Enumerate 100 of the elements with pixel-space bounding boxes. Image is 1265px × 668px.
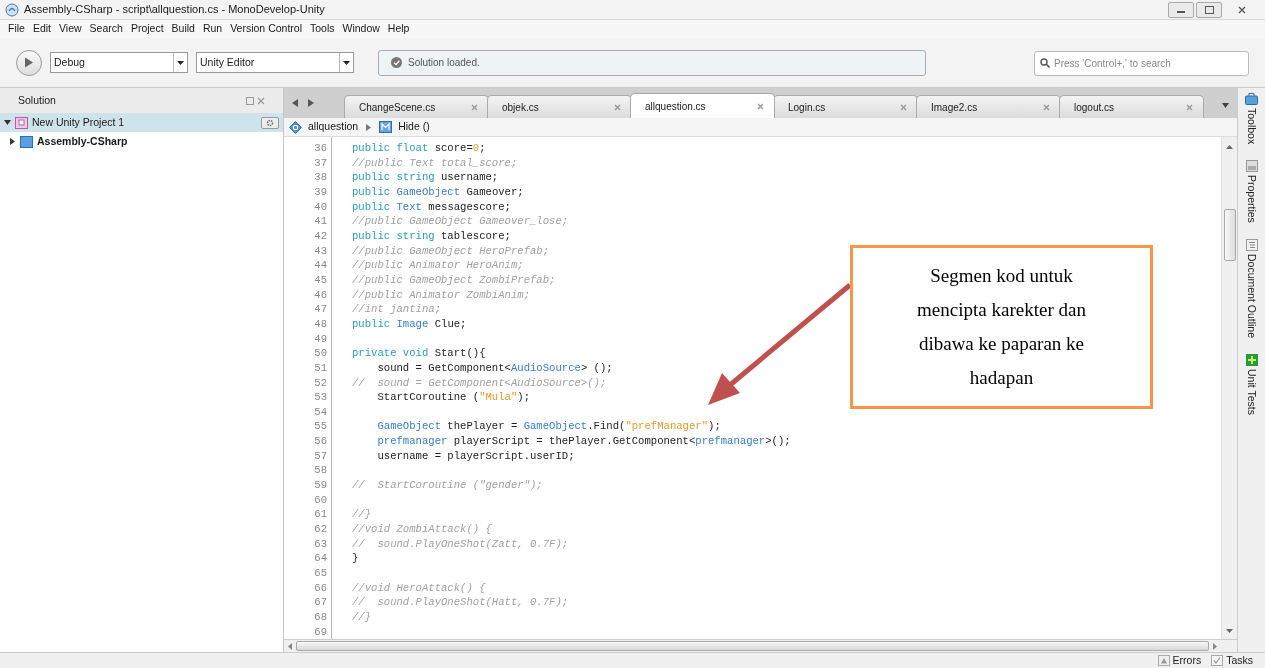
- line-number: 52: [314, 375, 327, 391]
- line-number: 44: [314, 258, 327, 273]
- editor-tab[interactable]: logout.cs: [1059, 95, 1204, 118]
- line-number: 53: [314, 390, 327, 405]
- line-number: 64: [314, 551, 327, 567]
- code-line: public GameObject Gameover;: [352, 184, 524, 200]
- tree-item[interactable]: New Unity Project 1: [0, 113, 283, 132]
- expander-icon[interactable]: [4, 119, 11, 126]
- code-line: //public Animator HeroAnim;: [352, 258, 524, 273]
- configuration-dropdown[interactable]: Debug: [50, 52, 188, 73]
- code-line: //}: [352, 610, 372, 625]
- callout-text: Segmen kod untuk mencipta karekter dan dibawa ke paparan ke hadapan: [916, 264, 1087, 390]
- dock-tab[interactable]: Document Outline: [1243, 239, 1260, 345]
- code-line: sound = GetComponent<AudioSource> ();: [376, 360, 613, 376]
- line-number: 36: [314, 141, 327, 156]
- tasks-button[interactable]: Tasks: [1226, 652, 1253, 668]
- line-number: 56: [314, 434, 327, 449]
- menu-item[interactable]: Run: [198, 21, 227, 37]
- line-number: 59: [314, 478, 327, 493]
- dock-tab[interactable]: Toolbox: [1243, 92, 1260, 151]
- close-icon[interactable]: [1186, 103, 1193, 111]
- menu-item[interactable]: Build: [167, 21, 199, 37]
- search-field[interactable]: Press 'Control+,' to search: [1034, 50, 1249, 76]
- code-line: public Image Clue;: [352, 316, 467, 332]
- menu-item[interactable]: Tools: [306, 21, 339, 37]
- errors-button[interactable]: Errors: [1172, 652, 1202, 668]
- run-button[interactable]: [16, 49, 42, 76]
- editor-tab[interactable]: ChangeScene.cs: [344, 95, 489, 118]
- editor-tab[interactable]: allquestion.cs: [630, 93, 775, 118]
- window-title: Assembly-CSharp - script\allquestion.cs - MonoDevelop-Unity: [24, 2, 326, 18]
- project-icon: [15, 116, 28, 129]
- close-icon[interactable]: [257, 96, 265, 105]
- line-number: 38: [314, 170, 327, 185]
- code-line: //public Animator ZombiAnim;: [352, 287, 530, 303]
- code-line: public string username;: [352, 170, 499, 185]
- line-number: 67: [314, 595, 327, 610]
- close-icon[interactable]: [471, 103, 478, 111]
- code-line: public float score=0;: [352, 141, 486, 156]
- close-icon[interactable]: [900, 103, 907, 111]
- dock-tab[interactable]: Properties: [1243, 160, 1260, 230]
- line-number: 50: [314, 346, 327, 361]
- menu-item[interactable]: Project: [126, 21, 168, 37]
- menu-item[interactable]: Edit: [28, 21, 55, 37]
- scroll-right-icon[interactable]: [308, 99, 314, 107]
- maximize-button[interactable]: [1196, 1, 1222, 18]
- scroll-down-icon[interactable]: [1226, 629, 1233, 633]
- menu-item[interactable]: Version Control: [226, 21, 306, 37]
- dock-tab[interactable]: Unit Tests: [1243, 354, 1260, 422]
- pad-dock-icon[interactable]: [246, 96, 254, 105]
- menu-item[interactable]: Help: [383, 21, 414, 37]
- breadcrumb-item[interactable]: allquestion: [308, 119, 359, 135]
- expander-icon[interactable]: [9, 138, 16, 145]
- play-icon: [24, 57, 34, 68]
- code-line: prefmanager playerScript = thePlayer.GetComponent<prefmanager>();: [376, 434, 791, 449]
- line-number: 37: [314, 155, 327, 171]
- outline-icon: [1245, 239, 1258, 252]
- line-number: 43: [314, 243, 327, 259]
- code-line: //public GameObject ZombiPrefab;: [352, 272, 556, 288]
- code-line: public string tablescore;: [352, 228, 511, 244]
- line-number: 61: [314, 507, 327, 523]
- line-number: 63: [314, 536, 327, 552]
- tab-list-caret-icon[interactable]: [1222, 103, 1229, 108]
- scroll-right-icon[interactable]: [1213, 642, 1217, 650]
- menu-item[interactable]: View: [55, 21, 86, 37]
- close-icon[interactable]: [614, 103, 621, 111]
- menu-item[interactable]: Search: [85, 21, 127, 37]
- minimize-button[interactable]: [1168, 1, 1194, 18]
- code-line: // sound.PlayOneShot(Zatt, 0.7F);: [352, 536, 569, 552]
- code-line: private void Start(){: [352, 346, 486, 361]
- menu-item[interactable]: File: [4, 21, 29, 37]
- scroll-left-icon[interactable]: [292, 99, 298, 107]
- target-dropdown[interactable]: Unity Editor: [196, 52, 354, 73]
- code-line: //void ZombiAttack() {: [352, 522, 492, 537]
- close-icon[interactable]: [757, 102, 764, 110]
- vertical-scrollbar[interactable]: [1221, 137, 1237, 639]
- code-line: //public GameObject HeroPrefab;: [352, 243, 550, 259]
- app-logo-icon: [5, 2, 19, 17]
- line-number: 46: [314, 287, 327, 303]
- unit-tests-icon: [1245, 354, 1258, 367]
- tree-item[interactable]: Assembly-CSharp: [0, 132, 283, 151]
- breadcrumb-item[interactable]: Hide (): [398, 119, 430, 135]
- close-icon[interactable]: [1043, 103, 1050, 111]
- line-number: 57: [314, 448, 327, 464]
- code-line: GameObject thePlayer = GameObject.Find("prefManager");: [376, 419, 721, 435]
- scrollbar-thumb[interactable]: [296, 641, 1209, 651]
- editor-tab[interactable]: Image2.cs: [916, 95, 1061, 118]
- line-number: 49: [314, 331, 327, 347]
- editor-tab[interactable]: objek.cs: [487, 95, 632, 118]
- gear-icon[interactable]: [261, 116, 279, 129]
- close-icon: [1238, 5, 1246, 14]
- scroll-left-icon[interactable]: [288, 642, 292, 650]
- line-number: 48: [314, 316, 327, 332]
- code-line: //void HeroAttack() {: [352, 580, 486, 596]
- code-line: //int jantina;: [352, 302, 441, 317]
- editor-tab[interactable]: Login.cs: [773, 95, 918, 118]
- line-number: 69: [314, 624, 327, 640]
- horizontal-scrollbar[interactable]: [284, 639, 1237, 652]
- scrollbar-thumb[interactable]: [1223, 209, 1236, 261]
- menu-item[interactable]: Window: [338, 21, 384, 37]
- scroll-up-icon[interactable]: [1226, 145, 1233, 149]
